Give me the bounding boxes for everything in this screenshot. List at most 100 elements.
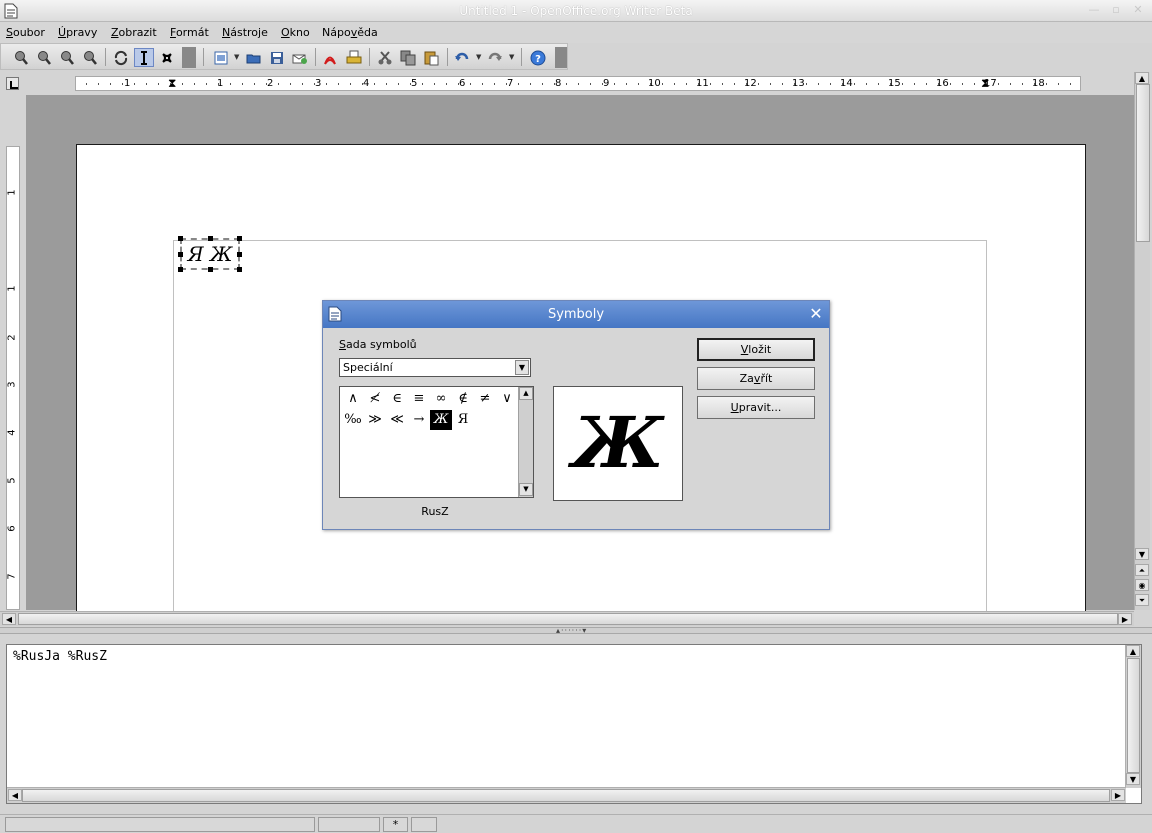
status-bar: * — [0, 814, 1152, 833]
scroll-up-icon[interactable]: ▲ — [1126, 645, 1140, 657]
email-icon[interactable] — [290, 48, 310, 67]
symbol-cell[interactable]: ≫ — [364, 410, 386, 430]
zoom-out-icon[interactable] — [34, 48, 54, 67]
selection-handle[interactable] — [178, 267, 183, 272]
chevron-down-icon[interactable]: ▼ — [515, 360, 529, 375]
symbol-cell[interactable]: ∧ — [342, 389, 364, 409]
selection-handle[interactable] — [208, 267, 213, 272]
help-icon[interactable]: ? — [528, 48, 548, 67]
insert-button[interactable]: Vložit — [697, 338, 815, 361]
symbol-grid[interactable]: ▲ ▼ ∧ ≮ ∈ ≡ ∞ ∉ ≠ ∨ ‰ ≫ ≪ → Ж Я — [339, 386, 534, 498]
close-button[interactable]: Zavřít — [697, 367, 815, 390]
new-icon[interactable] — [211, 48, 231, 67]
ruler-number: 5 — [6, 477, 18, 484]
update-icon[interactable] — [111, 48, 131, 67]
symbol-cell[interactable]: ≮ — [364, 389, 386, 409]
symbol-cell[interactable]: ≠ — [474, 389, 496, 409]
scroll-thumb[interactable] — [1127, 658, 1140, 773]
symbol-cell[interactable]: ≡ — [408, 389, 430, 409]
window-splitter[interactable]: ▴······▾ — [0, 626, 1152, 635]
redo-dropdown-icon[interactable]: ▼ — [509, 54, 515, 61]
symbol-cell[interactable]: ∞ — [430, 389, 452, 409]
close-icon[interactable]: ✕ — [807, 305, 825, 323]
scroll-left-icon[interactable]: ◀ — [8, 789, 22, 801]
toolbar-overflow-handle[interactable] — [182, 47, 196, 68]
vertical-ruler[interactable]: 1 1 2 3 4 5 6 7 — [6, 146, 20, 610]
navigator-icon[interactable]: ◉ — [1135, 579, 1149, 591]
minimize-icon[interactable]: — — [1086, 3, 1102, 17]
symbol-cell[interactable]: ∨ — [496, 389, 518, 409]
symbol-cell[interactable]: ∈ — [386, 389, 408, 409]
selection-handle[interactable] — [208, 236, 213, 241]
menu-format[interactable]: Formát — [170, 26, 209, 39]
new-dropdown-icon[interactable]: ▼ — [234, 54, 240, 61]
ruler-tab-selector[interactable] — [6, 77, 19, 90]
scroll-thumb[interactable] — [18, 613, 1118, 625]
horizontal-ruler[interactable]: 1 1 2 3 4 5 6 7 8 9 10 11 12 13 14 15 16 17 18 ⧗ ⧗ — [75, 76, 1081, 91]
symbol-set-select[interactable]: Speciální ▼ — [339, 358, 531, 377]
left-indent-marker-icon[interactable]: ⧗ — [168, 77, 176, 90]
scroll-down-icon[interactable]: ▼ — [1135, 548, 1149, 560]
menu-zobrazit[interactable]: Zobrazit — [111, 26, 157, 39]
next-page-icon[interactable]: ⏷ — [1135, 594, 1149, 606]
symbols-icon[interactable] — [157, 48, 177, 67]
right-indent-marker-icon[interactable]: ⧗ — [981, 77, 989, 90]
cut-icon[interactable] — [375, 48, 395, 67]
menu-napoveda[interactable]: Nápověda — [322, 26, 378, 39]
selection-handle[interactable] — [237, 236, 242, 241]
formula-object[interactable]: Я Ж — [178, 236, 242, 272]
menu-upravy[interactable]: Úpravy — [58, 26, 97, 39]
symbol-cell[interactable]: ∉ — [452, 389, 474, 409]
print-icon[interactable] — [344, 48, 364, 67]
toolbar-overflow-handle[interactable] — [555, 47, 567, 68]
symbol-cell[interactable]: ‰ — [342, 410, 364, 430]
document-vertical-scrollbar[interactable]: ▲ ▼ ⏶ ◉ ⏷ — [1134, 72, 1150, 610]
edit-button[interactable]: Upravit... — [697, 396, 815, 419]
splitter-grip-icon[interactable]: ▴······▾ — [556, 626, 587, 635]
scroll-up-icon[interactable]: ▲ — [1135, 72, 1149, 84]
scroll-thumb[interactable] — [22, 789, 1110, 802]
close-window-icon[interactable]: ✕ — [1130, 3, 1146, 17]
scroll-thumb[interactable] — [1136, 84, 1150, 242]
scroll-down-icon[interactable]: ▼ — [519, 483, 533, 496]
scroll-up-icon[interactable]: ▲ — [519, 387, 533, 400]
symbol-cell[interactable]: Я — [452, 410, 474, 430]
zoom-fit-icon[interactable] — [80, 48, 100, 67]
save-icon[interactable] — [267, 48, 287, 67]
zoom-page-icon[interactable] — [57, 48, 77, 67]
undo-icon[interactable] — [452, 48, 472, 67]
scroll-right-icon[interactable]: ▶ — [1111, 789, 1125, 801]
undo-dropdown-icon[interactable]: ▼ — [476, 54, 482, 61]
paste-icon[interactable] — [421, 48, 441, 67]
menu-okno[interactable]: Okno — [281, 26, 310, 39]
menu-nastroje[interactable]: Nástroje — [222, 26, 268, 39]
commands-vertical-scrollbar[interactable]: ▲ ▼ — [1125, 645, 1141, 788]
previous-page-icon[interactable]: ⏶ — [1135, 564, 1149, 576]
selection-handle[interactable] — [237, 267, 242, 272]
ruler-tick — [998, 83, 999, 85]
symbol-cell[interactable]: ≪ — [386, 410, 408, 430]
symbol-cell[interactable]: Ж — [430, 410, 452, 430]
pdf-icon[interactable] — [320, 48, 340, 67]
ruler-tick — [818, 83, 819, 85]
scroll-left-icon[interactable]: ◀ — [2, 613, 16, 625]
zoom-in-icon[interactable] — [11, 48, 31, 67]
formula-cursor-icon[interactable] — [134, 48, 154, 67]
document-horizontal-scrollbar[interactable]: ◀ ▶ — [0, 611, 1134, 626]
symbol-cell[interactable]: → — [408, 410, 430, 430]
maximize-icon[interactable]: ▫ — [1108, 3, 1124, 17]
scroll-right-icon[interactable]: ▶ — [1118, 613, 1132, 625]
commands-editor[interactable]: %RusJa %RusZ ▲ ▼ ◀ ▶ — [6, 644, 1142, 804]
commands-text[interactable]: %RusJa %RusZ — [13, 649, 107, 664]
selection-handle[interactable] — [178, 236, 183, 241]
redo-icon[interactable] — [485, 48, 505, 67]
menu-soubor[interactable]: Soubor — [6, 26, 45, 39]
commands-horizontal-scrollbar[interactable]: ◀ ▶ — [7, 787, 1126, 803]
dialog-title-bar[interactable]: Symboly ✕ — [323, 301, 829, 328]
symbol-grid-scrollbar[interactable]: ▲ ▼ — [518, 387, 533, 497]
selection-handle[interactable] — [237, 252, 242, 257]
scroll-down-icon[interactable]: ▼ — [1126, 773, 1140, 785]
selection-handle[interactable] — [178, 252, 183, 257]
copy-icon[interactable] — [398, 48, 418, 67]
open-icon[interactable] — [244, 48, 264, 67]
